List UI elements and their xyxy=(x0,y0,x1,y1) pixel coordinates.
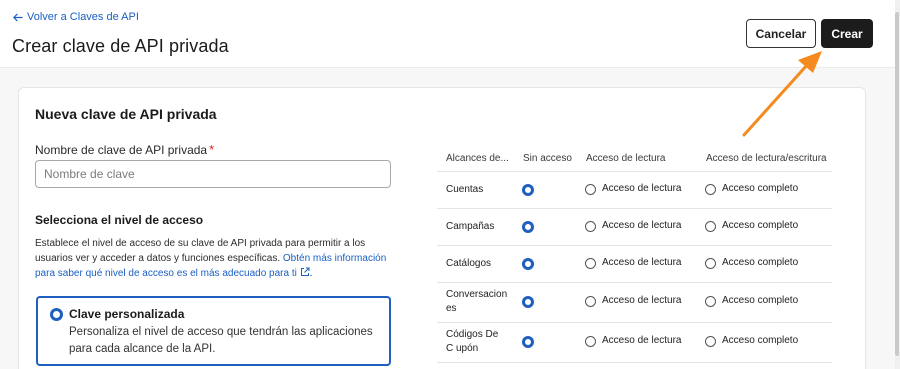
table-row-divider xyxy=(437,322,832,323)
table-row-divider xyxy=(437,245,832,246)
back-link-label: Volver a Claves de API xyxy=(27,11,139,23)
header-read-access: Acceso de lectura xyxy=(586,153,666,164)
cancel-button[interactable]: Cancelar xyxy=(746,19,816,48)
read-access-label[interactable]: Acceso de lectura xyxy=(602,295,682,306)
read-access-label[interactable]: Acceso de lectura xyxy=(602,220,682,231)
read-access-radio[interactable] xyxy=(585,296,596,307)
name-field-label: Nombre de clave de API privada * xyxy=(35,142,214,157)
scrollbar-thumb[interactable] xyxy=(895,12,899,356)
full-access-label[interactable]: Acceso completo xyxy=(722,335,798,346)
full-access-label[interactable]: Acceso completo xyxy=(722,257,798,268)
required-mark: * xyxy=(209,142,215,157)
api-key-name-input[interactable] xyxy=(35,160,391,188)
header-read-write-access: Acceso de lectura/escritura xyxy=(706,153,827,164)
custom-key-title: Clave personalizada xyxy=(69,307,185,321)
read-access-radio[interactable] xyxy=(585,220,596,232)
read-access-label[interactable]: Acceso de lectura xyxy=(602,257,682,268)
no-access-radio[interactable] xyxy=(522,336,534,348)
access-level-title: Selecciona el nivel de acceso xyxy=(35,213,204,227)
table-row-divider xyxy=(437,282,832,283)
read-access-label[interactable]: Acceso de lectura xyxy=(602,183,682,194)
full-access-label[interactable]: Acceso completo xyxy=(722,295,798,306)
header-no-access: Sin acceso xyxy=(523,153,572,164)
arrow-left-icon xyxy=(13,13,23,21)
custom-key-radio[interactable] xyxy=(50,308,63,321)
full-access-label[interactable]: Acceso completo xyxy=(722,220,798,231)
full-access-radio[interactable] xyxy=(705,257,716,269)
back-link[interactable]: Volver a Claves de API xyxy=(12,11,139,23)
no-access-radio[interactable] xyxy=(522,183,534,196)
header-scope: Alcances de... xyxy=(446,153,509,164)
no-access-radio[interactable] xyxy=(522,220,534,233)
scope-name: Catálogos xyxy=(446,257,492,269)
read-access-label[interactable]: Acceso de lectura xyxy=(602,335,682,346)
custom-key-description: Personaliza el nivel de acceso que tendr… xyxy=(69,326,373,355)
full-access-radio[interactable] xyxy=(705,296,716,307)
read-access-radio[interactable] xyxy=(585,257,596,269)
access-desc-end: . xyxy=(309,268,313,279)
create-button[interactable]: Crear xyxy=(821,19,873,48)
scope-name: Campañas xyxy=(446,220,495,232)
table-row-divider xyxy=(437,208,832,209)
scope-name: Conversacion es xyxy=(446,289,508,314)
full-access-radio[interactable] xyxy=(705,336,716,347)
access-level-description: Establece el nivel de acceso de su clave… xyxy=(35,236,390,281)
scope-name: Cuentas xyxy=(446,183,484,195)
page-title: Crear clave de API privada xyxy=(12,36,229,56)
no-access-radio[interactable] xyxy=(522,296,534,308)
read-access-radio[interactable] xyxy=(585,183,596,195)
no-access-radio[interactable] xyxy=(522,257,534,270)
full-access-radio[interactable] xyxy=(705,183,716,195)
table-row-divider xyxy=(437,171,832,172)
name-field-label-text: Nombre de clave de API privada xyxy=(35,143,208,157)
full-access-radio[interactable] xyxy=(705,220,716,232)
card-title: Nueva clave de API privada xyxy=(35,106,217,122)
table-row-divider xyxy=(437,362,832,363)
read-access-radio[interactable] xyxy=(585,336,596,347)
custom-key-option[interactable]: Clave personalizada Personaliza el nivel… xyxy=(36,296,391,366)
full-access-label[interactable]: Acceso completo xyxy=(722,183,798,194)
external-link-icon xyxy=(300,267,310,276)
scope-name: Códigos De C upón xyxy=(446,329,499,354)
